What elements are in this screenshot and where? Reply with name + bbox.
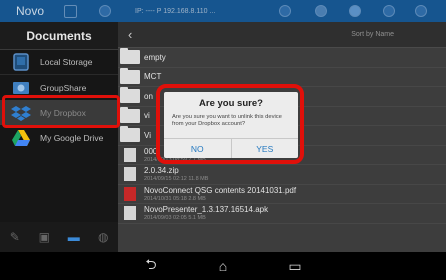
android-nav-bar: ⮌ ⌂ ▭ — [0, 252, 446, 280]
file-name: Vi — [144, 130, 151, 140]
dropbox-highlight-frame — [2, 95, 120, 128]
presenter-icon[interactable] — [99, 5, 112, 17]
sidebar-item-my-google-drive[interactable]: My Google Drive — [0, 125, 118, 150]
folder-icon — [120, 126, 140, 143]
folder-icon — [120, 87, 140, 104]
file-meta: 2014/10/31 05:18 2.8 MB — [144, 195, 206, 202]
file-name: NovoPresenter_1.3.137.16514.apk — [144, 205, 269, 215]
sort-dropdown[interactable]: Sort by Name — [351, 31, 394, 38]
app-title: Novo — [16, 4, 45, 18]
folder-tab-icon[interactable]: ▬ — [67, 230, 81, 244]
groupshare-icon — [10, 79, 32, 97]
sidebar: Documents Local Storage GroupShare My Dr… — [0, 22, 118, 252]
sidebar-toolbar: ✎ ▣ ▬ ◍ — [0, 222, 118, 252]
browser-icon[interactable]: ◍ — [96, 230, 110, 244]
session-icon[interactable] — [279, 5, 292, 17]
file-name: MCT — [144, 72, 162, 82]
folder-icon — [120, 106, 140, 123]
folder-icon — [120, 67, 140, 84]
list-item[interactable]: NovoConnect QSG contents 20141031.pdf 20… — [118, 185, 446, 204]
android-screen: Novo IP: ---- P 192.168.8.110 ... Docume… — [0, 0, 446, 280]
file-name: 2.0.34.zip — [144, 166, 179, 176]
file-name: NovoConnect QSG contents 20141031.pdf — [144, 185, 297, 195]
pen-tool-icon[interactable]: ✎ — [8, 230, 22, 244]
file-info: 2.0.34.zip 2014/09/15 02:12 11.8 MB — [144, 166, 208, 182]
list-item[interactable]: empty — [118, 48, 446, 68]
home-icon[interactable]: ⌂ — [211, 258, 235, 274]
zip-file-icon — [124, 167, 136, 182]
file-icon — [124, 147, 136, 162]
file-name: empty — [144, 52, 166, 62]
pen-icon[interactable] — [315, 5, 328, 17]
file-info: NovoConnect QSG contents 20141031.pdf 20… — [144, 186, 296, 202]
screen-mirror-icon[interactable] — [64, 4, 78, 18]
file-browser-header: ‹ Sort by Name — [118, 22, 446, 48]
back-icon[interactable]: ⮌ — [139, 254, 163, 278]
sidebar-title: Documents — [0, 22, 118, 50]
sidebar-item-label: My Google Drive — [40, 132, 104, 143]
google-drive-icon — [10, 129, 32, 147]
apk-file-icon — [124, 206, 136, 221]
folder-icon — [120, 48, 140, 65]
grid-menu-icon[interactable] — [383, 5, 396, 17]
sidebar-item-label: Local Storage — [40, 57, 93, 67]
gallery-icon[interactable]: ▣ — [37, 230, 51, 244]
chevron-left-icon[interactable]: ‹ — [128, 27, 132, 42]
local-storage-icon — [10, 53, 32, 71]
file-name: vi — [144, 111, 150, 121]
list-item[interactable]: NovoPresenter_1.3.137.16514.apk 2014/09/… — [118, 204, 446, 224]
recent-apps-icon[interactable]: ▭ — [283, 258, 307, 275]
file-meta: 2014/09/15 02:12 11.8 MB — [144, 176, 209, 183]
sidebar-item-label: GroupShare — [40, 82, 87, 93]
status-bar: Novo IP: ---- P 192.168.8.110 ... — [0, 0, 446, 22]
ip-address-text: IP: ---- P 192.168.8.110 ... — [135, 7, 216, 15]
file-meta: 2014/09/03 02:05 5.1 MB — [144, 215, 206, 222]
sidebar-item-local-storage[interactable]: Local Storage — [0, 50, 118, 75]
file-name: on — [144, 91, 153, 101]
file-info: NovoPresenter_1.3.137.16514.apk 2014/09/… — [144, 205, 268, 221]
settings-icon[interactable] — [415, 5, 428, 17]
pdf-file-icon — [124, 186, 136, 201]
list-item[interactable]: 2.0.34.zip 2014/09/15 02:12 11.8 MB — [118, 165, 446, 185]
users-icon[interactable] — [349, 5, 362, 17]
dialog-highlight-frame — [156, 84, 304, 164]
